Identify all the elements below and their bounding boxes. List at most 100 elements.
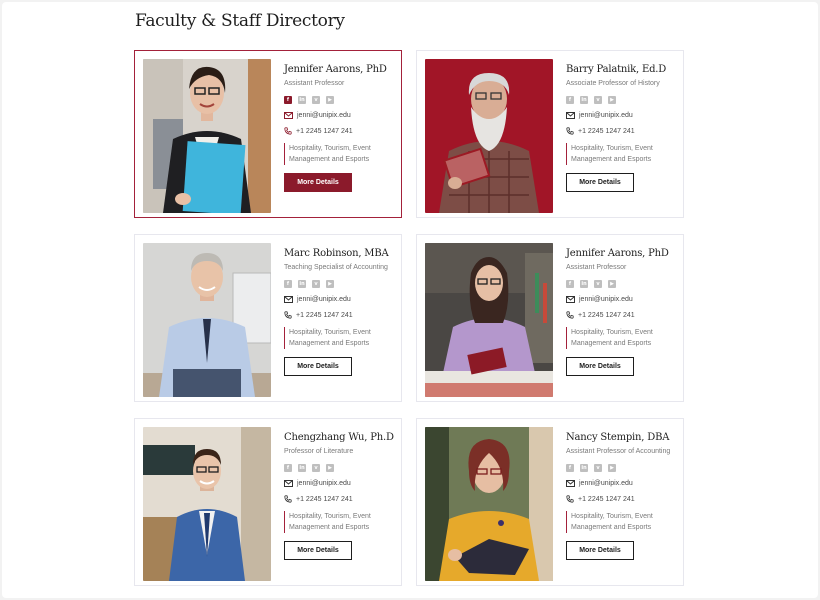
email-row[interactable]: jenni@unipix.edu — [284, 296, 402, 303]
vimeo-icon[interactable]: v — [594, 464, 602, 472]
faculty-phone[interactable]: +1 2245 1247 241 — [578, 496, 635, 503]
phone-row[interactable]: +1 2245 1247 241 — [566, 311, 684, 319]
faculty-name: Marc Robinson, MBA — [284, 248, 389, 259]
vimeo-icon[interactable]: v — [594, 280, 602, 288]
linkedin-icon[interactable]: in — [298, 96, 306, 104]
vimeo-icon[interactable]: v — [594, 96, 602, 104]
facebook-icon[interactable]: f — [566, 96, 574, 104]
faculty-name: Barry Palatnik, Ed.D — [566, 64, 667, 75]
email-row[interactable]: jenni@unipix.edu — [284, 112, 402, 119]
email-row[interactable]: jenni@unipix.edu — [284, 480, 402, 487]
faculty-email[interactable]: jenni@unipix.edu — [579, 480, 633, 487]
mail-icon — [284, 296, 293, 303]
faculty-role: Associate Professor of History — [566, 80, 660, 87]
facebook-icon[interactable]: f — [284, 464, 292, 472]
linkedin-icon[interactable]: in — [298, 464, 306, 472]
faculty-photo — [143, 59, 271, 213]
faculty-name: Jennifer Aarons, PhD — [284, 64, 387, 75]
faculty-department: Hospitality, Tourism, Event Management a… — [284, 327, 399, 349]
phone-row[interactable]: +1 2245 1247 241 — [284, 495, 402, 503]
faculty-card[interactable]: Barry Palatnik, Ed.D Associate Professor… — [416, 50, 684, 218]
faculty-photo — [425, 59, 553, 213]
youtube-icon[interactable]: ▶ — [326, 96, 334, 104]
phone-row[interactable]: +1 2245 1247 241 — [284, 311, 402, 319]
faculty-card[interactable]: Jennifer Aarons, PhD Assistant Professor… — [134, 50, 402, 218]
faculty-phone[interactable]: +1 2245 1247 241 — [578, 128, 635, 135]
faculty-phone[interactable]: +1 2245 1247 241 — [296, 496, 353, 503]
faculty-card[interactable]: Jennifer Aarons, PhD Assistant Professor… — [416, 234, 684, 402]
faculty-department: Hospitality, Tourism, Event Management a… — [566, 327, 681, 349]
faculty-email[interactable]: jenni@unipix.edu — [579, 112, 633, 119]
vimeo-icon[interactable]: v — [312, 280, 320, 288]
email-row[interactable]: jenni@unipix.edu — [566, 112, 684, 119]
social-links: f in v ▶ — [566, 464, 684, 472]
mail-icon — [284, 480, 293, 487]
more-details-button[interactable]: More Details — [566, 541, 634, 560]
youtube-icon[interactable]: ▶ — [326, 280, 334, 288]
faculty-email[interactable]: jenni@unipix.edu — [579, 296, 633, 303]
directory-page: Faculty & Staff Directory Jennifer Aaron… — [2, 2, 818, 598]
faculty-name: Chengzhang Wu, Ph.D — [284, 432, 394, 443]
faculty-email[interactable]: jenni@unipix.edu — [297, 112, 351, 119]
faculty-department: Hospitality, Tourism, Event Management a… — [284, 511, 399, 533]
faculty-card[interactable]: Chengzhang Wu, Ph.D Professor of Literat… — [134, 418, 402, 586]
phone-icon — [566, 495, 574, 503]
social-links: f in v ▶ — [566, 280, 684, 288]
faculty-name: Jennifer Aarons, PhD — [566, 248, 669, 259]
more-details-button[interactable]: More Details — [566, 357, 634, 376]
linkedin-icon[interactable]: in — [298, 280, 306, 288]
faculty-phone[interactable]: +1 2245 1247 241 — [296, 128, 353, 135]
social-links: f in v ▶ — [284, 96, 402, 104]
faculty-email[interactable]: jenni@unipix.edu — [297, 480, 351, 487]
mail-icon — [566, 296, 575, 303]
faculty-name: Nancy Stempin, DBA — [566, 432, 670, 443]
social-links: f in v ▶ — [566, 96, 684, 104]
faculty-role: Professor of Literature — [284, 448, 354, 455]
social-links: f in v ▶ — [284, 464, 402, 472]
vimeo-icon[interactable]: v — [312, 464, 320, 472]
phone-icon — [284, 127, 292, 135]
email-row[interactable]: jenni@unipix.edu — [566, 480, 684, 487]
faculty-card[interactable]: Marc Robinson, MBA Teaching Specialist o… — [134, 234, 402, 402]
youtube-icon[interactable]: ▶ — [608, 96, 616, 104]
faculty-email[interactable]: jenni@unipix.edu — [297, 296, 351, 303]
faculty-role: Assistant Professor — [566, 264, 627, 271]
faculty-photo — [143, 427, 271, 581]
faculty-department: Hospitality, Tourism, Event Management a… — [566, 511, 681, 533]
facebook-icon[interactable]: f — [566, 280, 574, 288]
more-details-button[interactable]: More Details — [284, 357, 352, 376]
linkedin-icon[interactable]: in — [580, 280, 588, 288]
phone-row[interactable]: +1 2245 1247 241 — [284, 127, 402, 135]
faculty-role: Assistant Professor of Accounting — [566, 448, 671, 455]
faculty-department: Hospitality, Tourism, Event Management a… — [284, 143, 399, 165]
faculty-photo — [425, 427, 553, 581]
phone-icon — [566, 127, 574, 135]
linkedin-icon[interactable]: in — [580, 96, 588, 104]
phone-row[interactable]: +1 2245 1247 241 — [566, 127, 684, 135]
more-details-button[interactable]: More Details — [566, 173, 634, 192]
mail-icon — [566, 112, 575, 119]
phone-icon — [284, 311, 292, 319]
youtube-icon[interactable]: ▶ — [326, 464, 334, 472]
faculty-role: Teaching Specialist of Accounting — [284, 264, 388, 271]
phone-row[interactable]: +1 2245 1247 241 — [566, 495, 684, 503]
linkedin-icon[interactable]: in — [580, 464, 588, 472]
social-links: f in v ▶ — [284, 280, 402, 288]
more-details-button[interactable]: More Details — [284, 173, 352, 192]
faculty-card[interactable]: Nancy Stempin, DBA Assistant Professor o… — [416, 418, 684, 586]
phone-icon — [566, 311, 574, 319]
faculty-department: Hospitality, Tourism, Event Management a… — [566, 143, 681, 165]
mail-icon — [284, 112, 293, 119]
youtube-icon[interactable]: ▶ — [608, 280, 616, 288]
faculty-phone[interactable]: +1 2245 1247 241 — [296, 312, 353, 319]
facebook-icon[interactable]: f — [566, 464, 574, 472]
faculty-phone[interactable]: +1 2245 1247 241 — [578, 312, 635, 319]
vimeo-icon[interactable]: v — [312, 96, 320, 104]
phone-icon — [284, 495, 292, 503]
facebook-icon[interactable]: f — [284, 280, 292, 288]
facebook-icon[interactable]: f — [284, 96, 292, 104]
faculty-photo — [143, 243, 271, 397]
more-details-button[interactable]: More Details — [284, 541, 352, 560]
youtube-icon[interactable]: ▶ — [608, 464, 616, 472]
email-row[interactable]: jenni@unipix.edu — [566, 296, 684, 303]
